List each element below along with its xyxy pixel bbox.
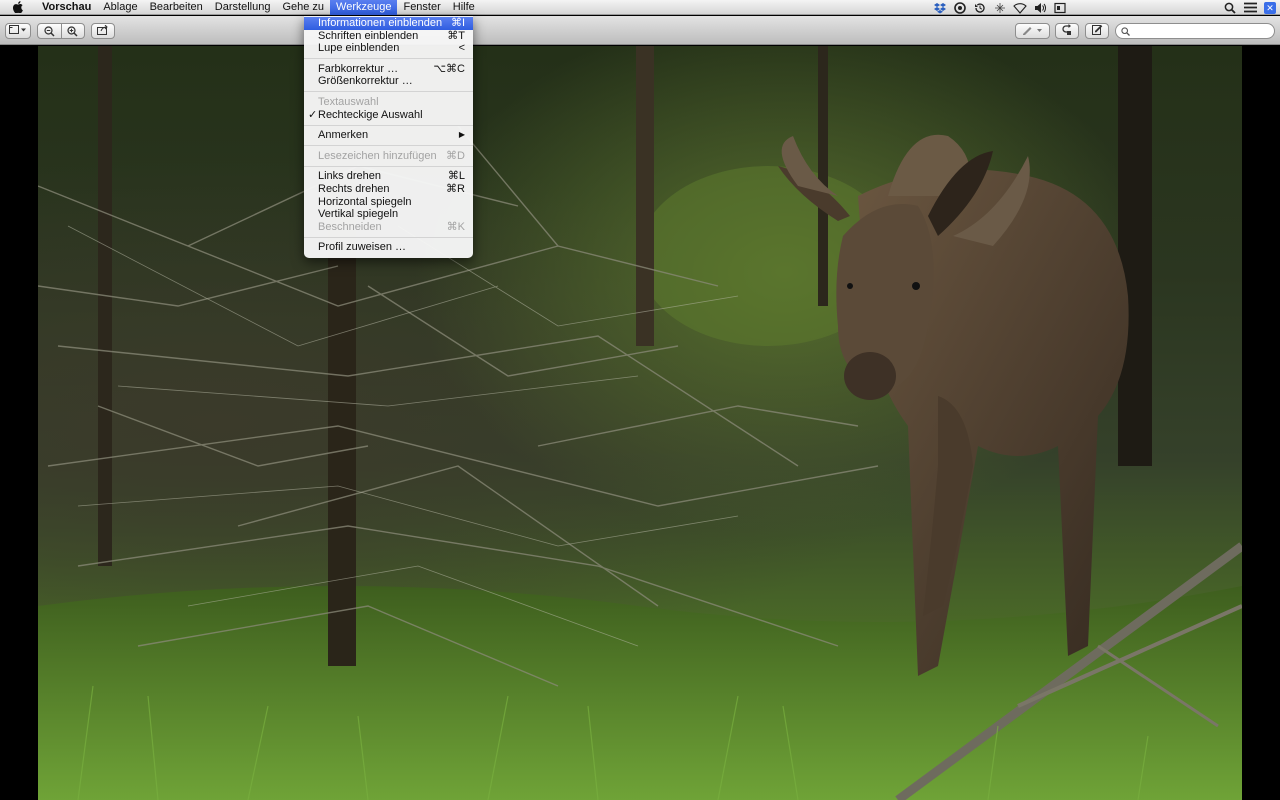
time-machine-icon[interactable] bbox=[970, 0, 990, 15]
share-icon bbox=[97, 24, 109, 38]
menu-spacer bbox=[1070, 0, 1220, 15]
edit-icon bbox=[1091, 24, 1103, 38]
display-icon[interactable] bbox=[1050, 0, 1070, 15]
tools-menu-dropdown: Informationen einblenden ⌘I Schriften einb… bbox=[304, 16, 473, 258]
menu-item-label: Horizontal spiegeln bbox=[318, 195, 412, 208]
menu-item-vertikal-spiegeln[interactable]: Vertikal spiegeln bbox=[304, 208, 473, 221]
sidebar-icon bbox=[9, 24, 27, 38]
zoom-out-icon[interactable] bbox=[38, 24, 62, 38]
menu-item-shortcut: ⌘T bbox=[447, 29, 465, 42]
sidebar-button[interactable] bbox=[5, 23, 31, 39]
menu-item-label: Textauswahl bbox=[318, 95, 379, 108]
menu-item-label: Anmerken bbox=[318, 129, 369, 142]
menu-item-label: Größenkorrektur … bbox=[318, 75, 413, 88]
zoom-in-icon[interactable] bbox=[62, 24, 85, 38]
menu-separator bbox=[304, 88, 473, 96]
annotate-button[interactable] bbox=[1015, 23, 1050, 39]
menu-item-label: Profil zuweisen … bbox=[318, 241, 407, 254]
menu-fenster[interactable]: Fenster bbox=[397, 0, 446, 15]
menu-item-lesezeichen-hinzufügen: Lesezeichen hinzufügen ⌘D bbox=[304, 150, 473, 163]
menu-item-rechts-drehen[interactable]: Rechts drehen ⌘R bbox=[304, 183, 473, 196]
menu-ablage[interactable]: Ablage bbox=[97, 0, 143, 15]
document-canvas bbox=[0, 46, 1280, 800]
menu-item-shortcut: ⌥⌘C bbox=[433, 62, 465, 75]
bluetooth-icon[interactable] bbox=[990, 0, 1010, 15]
menu-bearbeiten[interactable]: Bearbeiten bbox=[144, 0, 209, 15]
apple-icon[interactable] bbox=[0, 0, 36, 15]
menu-item-shortcut: ⌘R bbox=[446, 182, 465, 195]
submenu-arrow-icon: ▶ bbox=[458, 130, 465, 140]
search-icon bbox=[1121, 24, 1130, 39]
rotate-icon bbox=[1062, 24, 1072, 38]
search-input[interactable] bbox=[1134, 25, 1264, 37]
menu-bar: Vorschau Ablage Bearbeiten Darstellung G… bbox=[0, 0, 1280, 15]
pen-icon bbox=[1022, 25, 1044, 38]
menu-item-label: Informationen einblenden bbox=[318, 17, 443, 29]
share-button[interactable] bbox=[91, 23, 115, 39]
menu-gehe-zu[interactable]: Gehe zu bbox=[276, 0, 330, 15]
toolbar bbox=[0, 16, 1280, 45]
moose-photo[interactable] bbox=[38, 46, 1242, 800]
menu-item-label: Lupe einblenden bbox=[318, 42, 400, 55]
menu-item-label: Schriften einblenden bbox=[318, 29, 419, 42]
menu-item-shortcut: ⌘I bbox=[450, 17, 465, 29]
menu-item-label: Vertikal spiegeln bbox=[318, 208, 399, 221]
menu-item-shortcut: ⌘K bbox=[446, 220, 465, 233]
search-field[interactable] bbox=[1115, 23, 1275, 39]
list-icon[interactable] bbox=[1240, 0, 1260, 15]
menu-hilfe[interactable]: Hilfe bbox=[447, 0, 481, 15]
menu-item-horizontal-spiegeln[interactable]: Horizontal spiegeln bbox=[304, 196, 473, 209]
menu-item-informationen-einblenden[interactable]: Informationen einblenden ⌘I bbox=[304, 17, 473, 30]
wifi-icon[interactable] bbox=[1010, 0, 1030, 15]
rotate-button[interactable] bbox=[1055, 23, 1079, 39]
volume-icon[interactable] bbox=[1030, 0, 1050, 15]
menu-item-größenkorrektur[interactable]: Größenkorrektur … bbox=[304, 75, 473, 88]
menu-item-label: Links drehen bbox=[318, 170, 381, 183]
menu-item-label: Lesezeichen hinzufügen bbox=[318, 149, 437, 162]
photo-illustration bbox=[38, 46, 1242, 800]
notification-icon[interactable]: ✕ bbox=[1260, 0, 1280, 15]
menu-item-shortcut: ⌘D bbox=[446, 149, 465, 162]
menu-item-anmerken[interactable]: Anmerken ▶ bbox=[304, 129, 473, 142]
dropbox-icon[interactable] bbox=[930, 0, 950, 15]
menu-separator bbox=[304, 55, 473, 63]
menu-item-label: Rechts drehen bbox=[318, 182, 390, 195]
checkmark-icon: ✓ bbox=[308, 108, 318, 121]
edit-button[interactable] bbox=[1085, 23, 1109, 39]
menu-item-label: Farbkorrektur … bbox=[318, 62, 399, 75]
sync-icon[interactable] bbox=[950, 0, 970, 15]
menu-separator bbox=[304, 233, 473, 241]
menu-item-label: Beschneiden bbox=[318, 220, 382, 233]
menu-item-rechteckige-auswahl[interactable]: ✓ Rechteckige Auswahl bbox=[304, 109, 473, 122]
menu-item-beschneiden: Beschneiden ⌘K bbox=[304, 221, 473, 234]
menu-item-shortcut: < bbox=[458, 42, 465, 55]
menu-item-label: Rechteckige Auswahl bbox=[318, 108, 423, 121]
menu-item-profil-zuweisen[interactable]: Profil zuweisen … bbox=[304, 241, 473, 254]
zoom-control bbox=[37, 23, 85, 39]
menu-separator bbox=[304, 121, 473, 129]
menu-separator bbox=[304, 142, 473, 150]
menu-item-schriften-einblenden[interactable]: Schriften einblenden ⌘T bbox=[304, 30, 473, 43]
menu-item-farbkorrektur[interactable]: Farbkorrektur … ⌥⌘C bbox=[304, 63, 473, 76]
menu-separator bbox=[304, 162, 473, 170]
menu-app-name[interactable]: Vorschau bbox=[36, 0, 97, 15]
menu-item-links-drehen[interactable]: Links drehen ⌘L bbox=[304, 170, 473, 183]
spotlight-icon[interactable] bbox=[1220, 0, 1240, 15]
menu-item-textauswahl: Textauswahl bbox=[304, 96, 473, 109]
menu-werkzeuge[interactable]: Werkzeuge bbox=[330, 0, 398, 15]
menu-extras: ✕ bbox=[930, 0, 1280, 15]
menu-item-shortcut: ⌘L bbox=[447, 170, 465, 183]
menu-darstellung[interactable]: Darstellung bbox=[209, 0, 277, 15]
menu-item-lupe-einblenden[interactable]: Lupe einblenden < bbox=[304, 42, 473, 55]
